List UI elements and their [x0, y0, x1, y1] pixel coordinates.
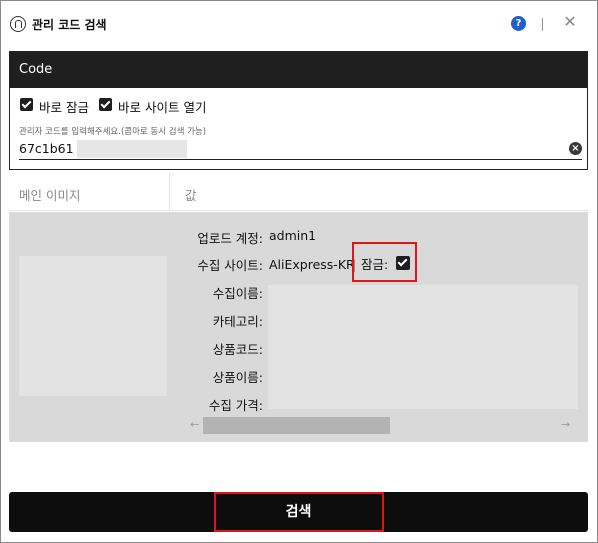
code-panel-header: Code [10, 52, 587, 88]
upload-account-value: admin1 [269, 228, 317, 243]
category-label: 카테고리: [212, 314, 263, 329]
product-code-label: 상품코드: [212, 342, 263, 357]
title-bar: 관리 코드 검색 ? ✕ [1, 1, 597, 47]
code-panel: Code 바로 잠금 바로 사이트 열기 관리자 코드를 입력해주세요.(콤마로… [9, 51, 588, 170]
scroll-left-icon[interactable]: ← [190, 418, 199, 431]
open-site-immediately-label[interactable]: 바로 사이트 열기 [118, 97, 206, 116]
collect-name-label: 수집이름: [212, 286, 263, 301]
collect-site-value[interactable]: AliExpress-KR [269, 257, 355, 272]
search-highlight-box [214, 492, 384, 532]
help-icon[interactable]: ? [511, 16, 526, 31]
product-main-image [19, 256, 167, 396]
lock-immediately-checkbox[interactable] [20, 98, 33, 111]
search-button[interactable]: 검색 [9, 492, 588, 532]
admin-code-search-dialog: 관리 코드 검색 ? ✕ Code 바로 잠금 바로 사이트 열기 관리자 코드… [0, 0, 598, 543]
code-input[interactable]: 67c1b61 × [19, 140, 582, 160]
column-divider [169, 173, 170, 211]
dialog-title: 관리 코드 검색 [32, 18, 107, 32]
close-icon[interactable]: ✕ [563, 14, 577, 30]
clear-input-icon[interactable]: × [569, 142, 582, 155]
scroll-right-icon[interactable]: → [561, 418, 570, 431]
column-value: 값 [185, 188, 197, 203]
result-table-header: 메인 이미지 값 [9, 173, 588, 211]
app-logo-icon [10, 16, 26, 32]
collect-site-label: 수집 사이트: [197, 258, 263, 273]
lock-immediately-label[interactable]: 바로 잠금 [39, 97, 89, 116]
code-input-hint: 관리자 코드를 입력해주세요.(콤마로 동시 검색 가능) [19, 127, 207, 137]
open-site-immediately-checkbox[interactable] [99, 98, 112, 111]
lock-highlight-box [352, 242, 417, 282]
redacted-code-mask [77, 140, 187, 158]
result-row[interactable]: 업로드 계정: admin1 수집 사이트: AliExpress-KR | 잠… [9, 212, 588, 442]
horizontal-scrollbar-thumb[interactable] [203, 417, 390, 434]
upload-account-label: 업로드 계정: [197, 231, 263, 246]
collect-price-label: 수집 가격: [208, 398, 263, 413]
column-main-image: 메인 이미지 [19, 188, 81, 203]
product-name-label: 상품이름: [212, 370, 263, 385]
product-details-block [268, 285, 578, 409]
title-divider [542, 18, 543, 31]
code-input-value[interactable]: 67c1b61 [19, 141, 74, 156]
